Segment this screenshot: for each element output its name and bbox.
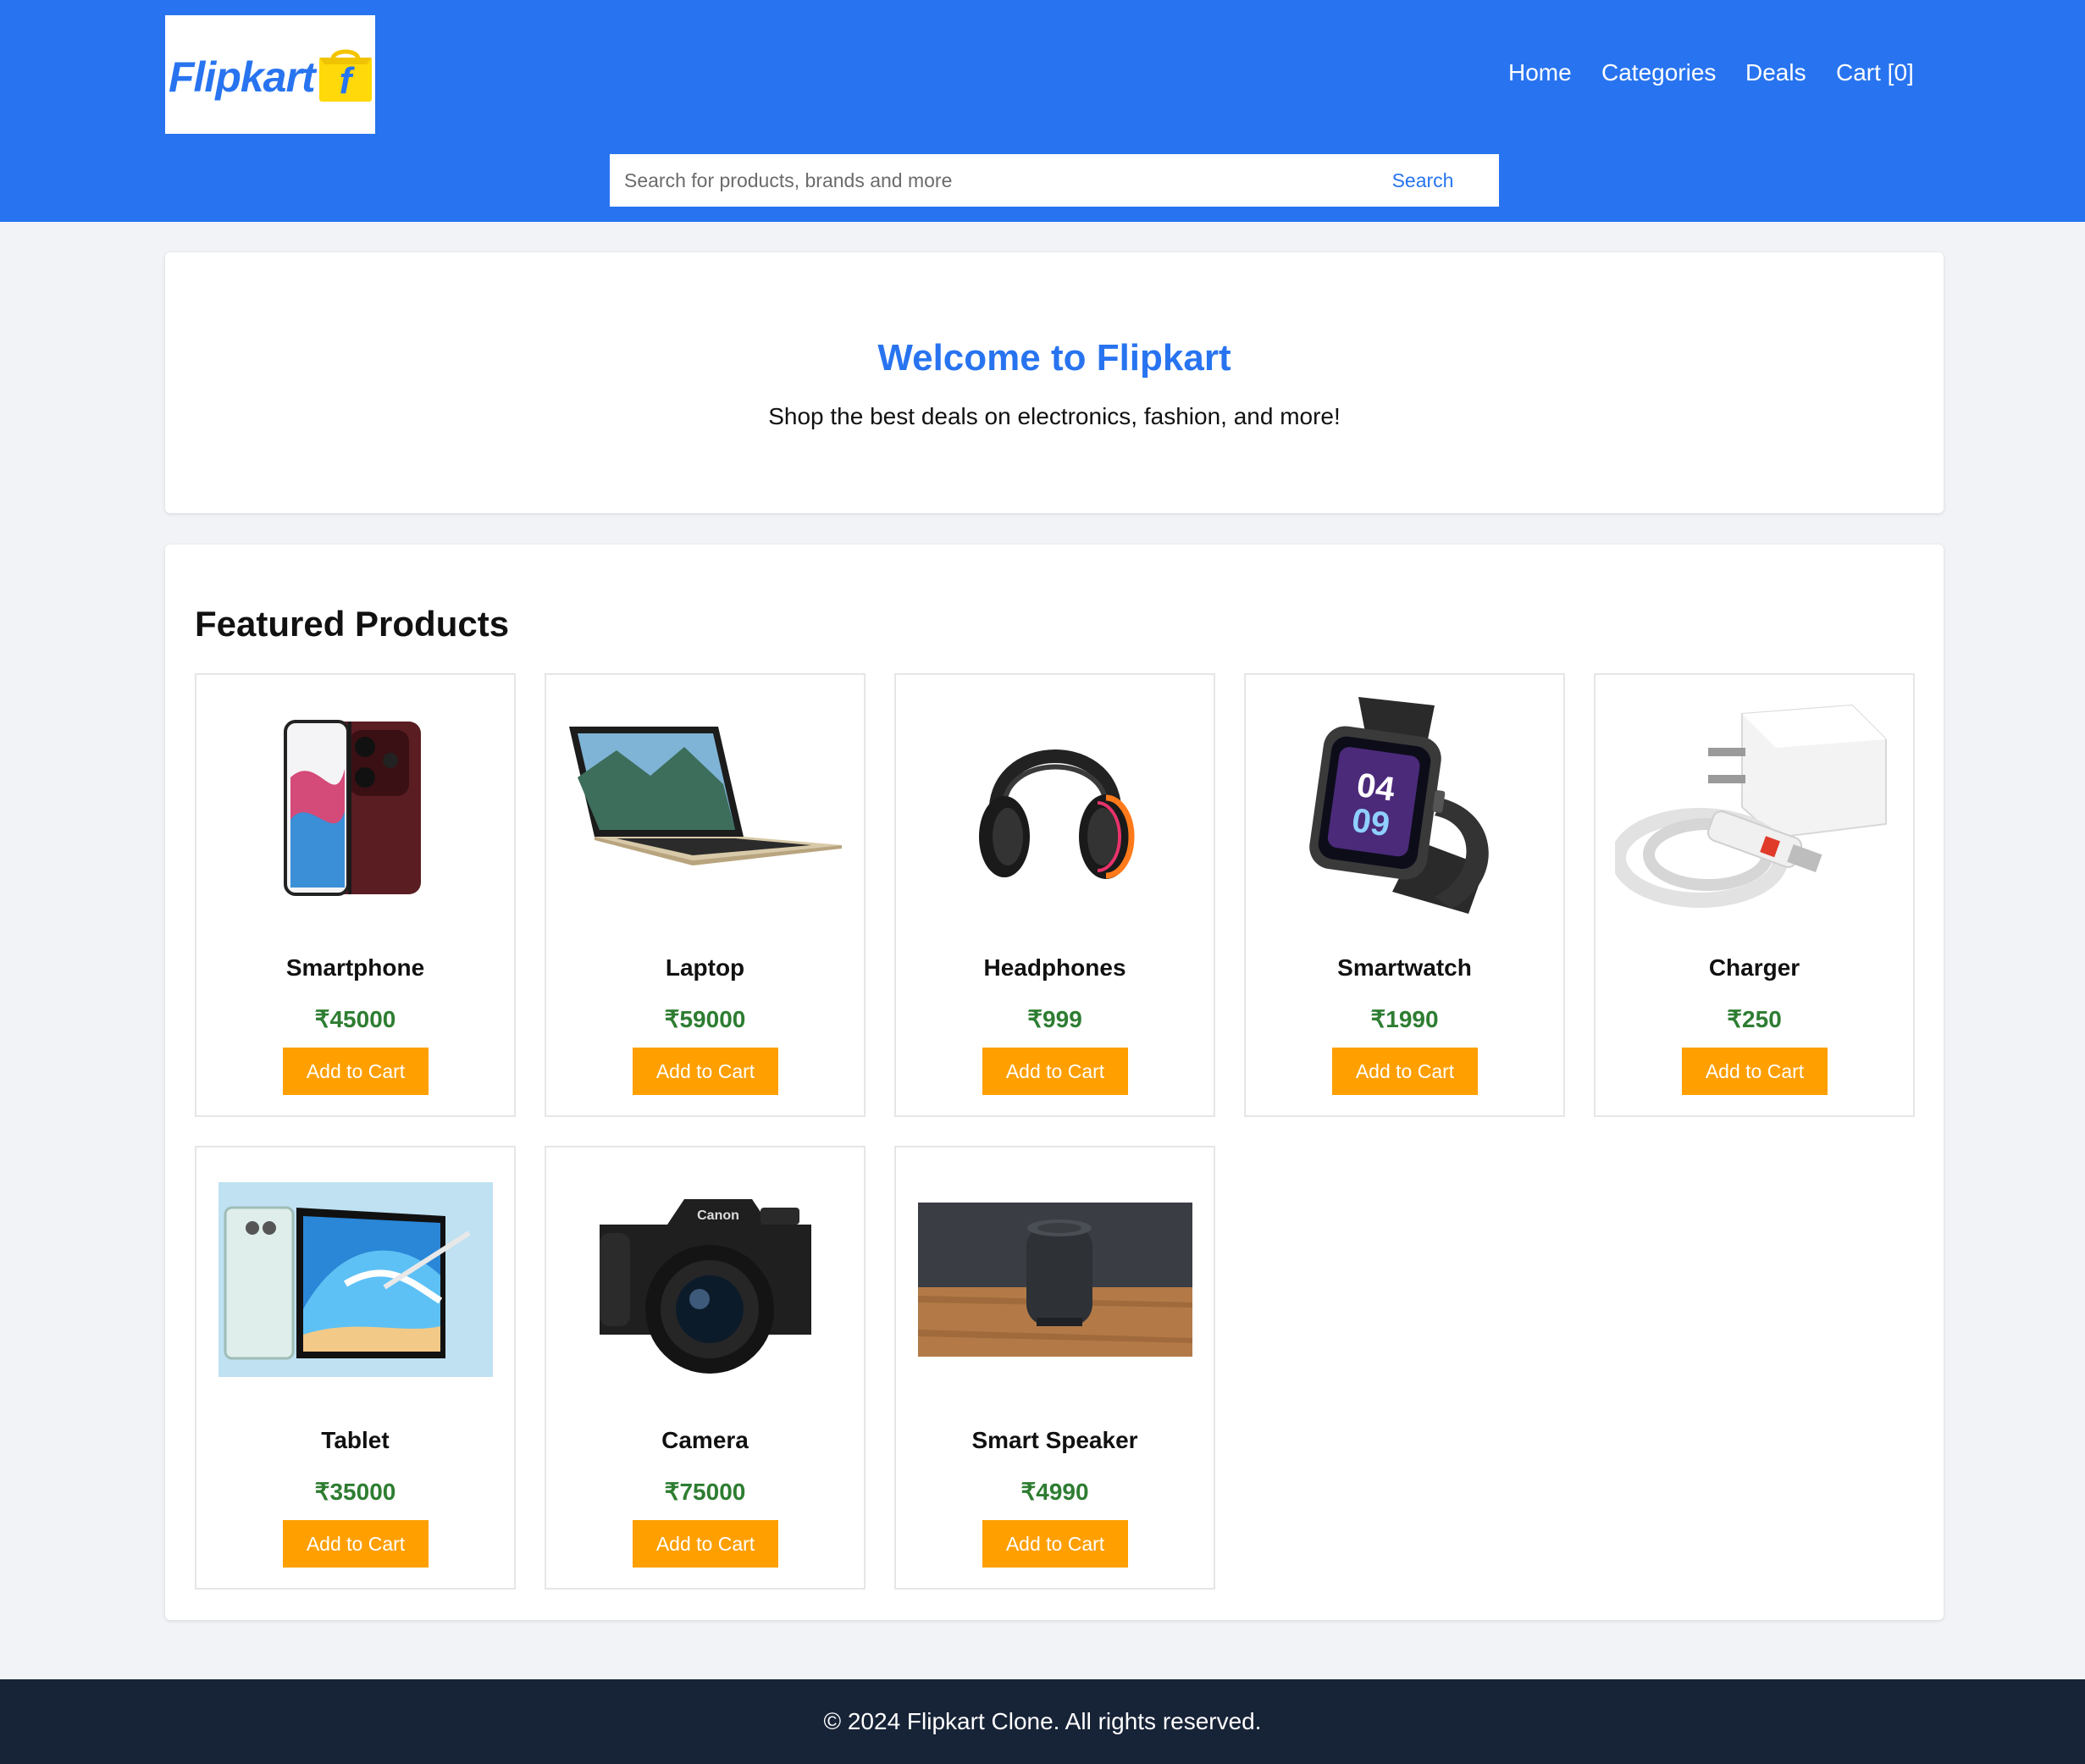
add-to-cart-button[interactable]: Add to Cart — [633, 1520, 778, 1568]
search-bar: Search — [610, 154, 1499, 207]
product-price: ₹999 — [1027, 1006, 1082, 1032]
product-price: ₹45000 — [314, 1006, 396, 1032]
product-card-smart-speaker[interactable]: Smart Speaker ₹4990 Add to Cart — [894, 1146, 1215, 1590]
product-price: ₹75000 — [664, 1479, 746, 1505]
nav-deals-link[interactable]: Deals — [1745, 59, 1806, 86]
product-name: Smartwatch — [1337, 954, 1472, 981]
nav-categories-link[interactable]: Categories — [1601, 59, 1716, 86]
search-input[interactable] — [610, 154, 1347, 207]
add-to-cart-button[interactable]: Add to Cart — [982, 1520, 1128, 1568]
laptop-image — [546, 694, 864, 921]
product-price: ₹250 — [1727, 1006, 1782, 1032]
product-card-charger[interactable]: Charger ₹250 Add to Cart — [1594, 673, 1915, 1117]
camera-image: Canon — [546, 1166, 864, 1393]
product-name: Laptop — [665, 954, 745, 981]
site-footer: © 2024 Flipkart Clone. All rights reserv… — [0, 1679, 2085, 1764]
welcome-banner: Welcome to Flipkart Shop the best deals … — [165, 252, 1944, 513]
product-name: Camera — [661, 1427, 749, 1453]
site-header: Flipkart f Home Categories Deals Cart [0… — [0, 0, 2085, 222]
product-name: Charger — [1708, 954, 1800, 981]
svg-text:Canon: Canon — [697, 1208, 739, 1223]
logo-wordmark: Flipkart — [169, 53, 316, 101]
featured-products-section: Featured Products Smartphone ₹45000 Add … — [165, 545, 1944, 1620]
add-to-cart-button[interactable]: Add to Cart — [1682, 1048, 1828, 1095]
featured-heading: Featured Products — [195, 604, 510, 644]
add-to-cart-button[interactable]: Add to Cart — [633, 1048, 778, 1095]
smart-speaker-image — [896, 1166, 1214, 1393]
add-to-cart-button[interactable]: Add to Cart — [982, 1048, 1128, 1095]
charger-image — [1596, 694, 1913, 921]
welcome-title: Welcome to Flipkart — [877, 337, 1231, 379]
search-button[interactable]: Search — [1347, 154, 1499, 207]
add-to-cart-button[interactable]: Add to Cart — [283, 1048, 429, 1095]
welcome-subtitle: Shop the best deals on electronics, fash… — [768, 403, 1341, 429]
product-card-smartphone[interactable]: Smartphone ₹45000 Add to Cart — [195, 673, 516, 1117]
product-name: Tablet — [321, 1427, 390, 1453]
product-card-camera[interactable]: Canon Camera ₹75000 Add to Cart — [545, 1146, 866, 1590]
product-card-laptop[interactable]: Laptop ₹59000 Add to Cart — [545, 673, 866, 1117]
product-price: ₹35000 — [314, 1479, 396, 1505]
copyright-text: © 2024 Flipkart Clone. All rights reserv… — [823, 1708, 1262, 1734]
product-card-tablet[interactable]: Tablet ₹35000 Add to Cart — [195, 1146, 516, 1590]
flipkart-logo[interactable]: Flipkart f — [165, 15, 375, 134]
product-card-headphones[interactable]: Headphones ₹999 Add to Cart — [894, 673, 1215, 1117]
product-name: Smart Speaker — [971, 1427, 1138, 1453]
svg-text:09: 09 — [1349, 802, 1391, 844]
product-name: Headphones — [983, 954, 1126, 981]
shopping-bag-icon: f — [319, 49, 372, 102]
headphones-image — [896, 694, 1214, 921]
nav-home-link[interactable]: Home — [1508, 59, 1572, 86]
tablet-image — [196, 1166, 514, 1393]
smartwatch-image: 04 09 — [1246, 694, 1563, 921]
add-to-cart-button[interactable]: Add to Cart — [1332, 1048, 1478, 1095]
add-to-cart-button[interactable]: Add to Cart — [283, 1520, 429, 1568]
smartphone-image — [196, 694, 514, 921]
product-price: ₹1990 — [1370, 1006, 1439, 1032]
nav-cart-link[interactable]: Cart [0] — [1836, 59, 1914, 86]
product-name: Smartphone — [285, 954, 425, 981]
product-price: ₹4990 — [1020, 1479, 1089, 1505]
product-card-smartwatch[interactable]: 04 09 Smartwatch ₹1990 Add to Cart — [1244, 673, 1565, 1117]
product-price: ₹59000 — [664, 1006, 746, 1032]
